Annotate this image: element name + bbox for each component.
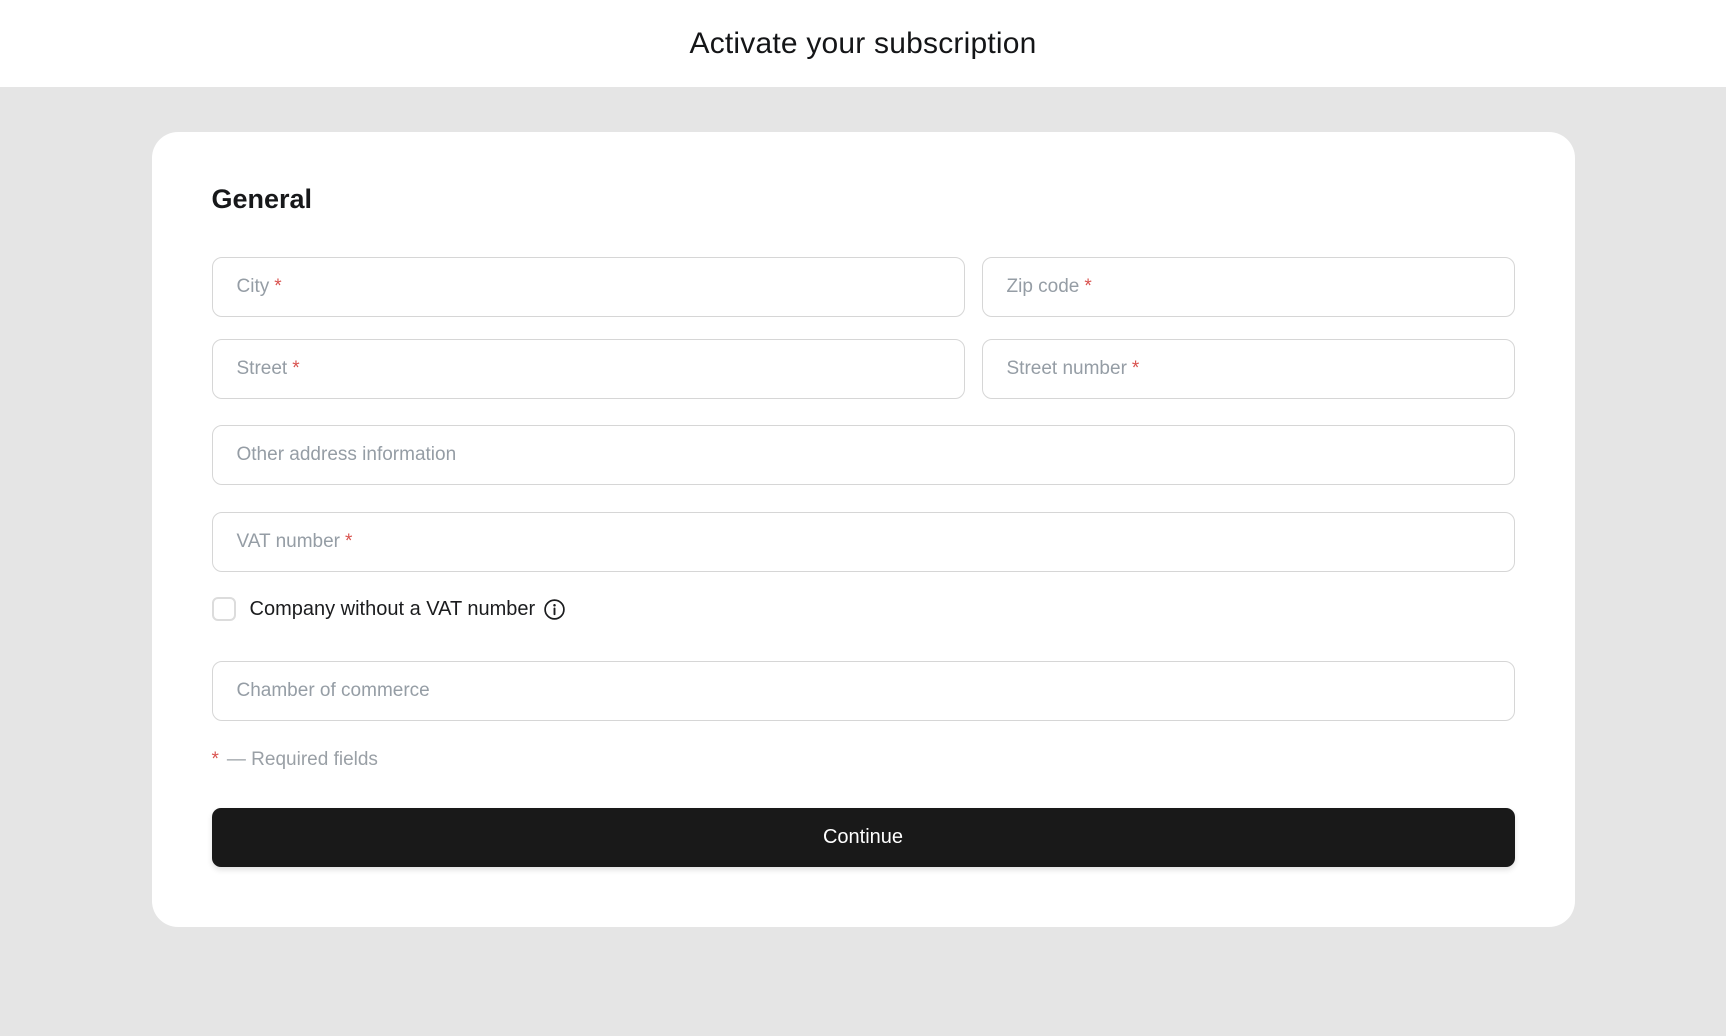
address-row-2: Street * Street number * [212,339,1515,399]
vat-number-placeholder: VAT number [237,531,341,553]
required-asterisk: * [345,531,352,553]
zip-code-placeholder: Zip code [1007,276,1080,298]
city-placeholder: City [237,276,270,298]
other-address-placeholder: Other address information [237,444,457,466]
form-card: General City * Zip code * Street * Stree… [152,132,1575,927]
vat-exempt-checkbox[interactable] [212,597,236,621]
zip-code-input[interactable]: Zip code * [982,257,1515,317]
required-asterisk: * [274,276,281,298]
content-area: General City * Zip code * Street * Stree… [0,87,1726,1036]
address-row-1: City * Zip code * [212,257,1515,317]
chamber-of-commerce-placeholder: Chamber of commerce [237,680,430,702]
required-asterisk: * [292,358,299,380]
vat-number-input[interactable]: VAT number * [212,512,1515,572]
page-title: Activate your subscription [689,27,1036,61]
page-header: Activate your subscription [0,0,1726,87]
city-input[interactable]: City * [212,257,965,317]
required-note-asterisk: * [212,749,219,771]
street-placeholder: Street [237,358,288,380]
required-asterisk: * [1132,358,1139,380]
street-input[interactable]: Street * [212,339,965,399]
required-note: * — Required fields [212,749,1515,771]
info-icon[interactable] [544,599,565,620]
continue-button[interactable]: Continue [212,808,1515,867]
vat-exempt-row: Company without a VAT number [212,597,1515,621]
vat-exempt-label: Company without a VAT number [250,598,536,621]
street-number-input[interactable]: Street number * [982,339,1515,399]
required-note-text: — Required fields [227,749,378,771]
other-address-input[interactable]: Other address information [212,425,1515,485]
chamber-of-commerce-input[interactable]: Chamber of commerce [212,661,1515,721]
section-title: General [212,184,1515,215]
required-asterisk: * [1084,276,1091,298]
street-number-placeholder: Street number [1007,358,1127,380]
